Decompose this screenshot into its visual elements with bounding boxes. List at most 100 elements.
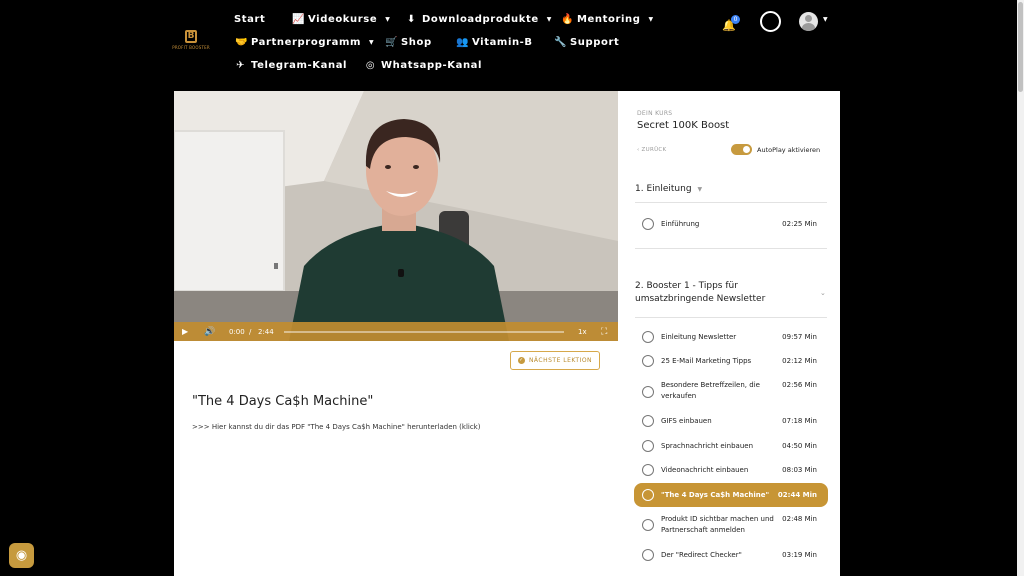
next-lesson-label: NÄCHSTE LEKTION <box>528 357 593 364</box>
divider <box>635 202 827 203</box>
lesson-status-icon <box>642 386 654 398</box>
nav-partnerprogramm[interactable]: 🤝 Partnerprogramm ▼ <box>235 37 374 48</box>
lesson-duration: 02:48 Min <box>782 515 817 523</box>
time-current: 0:00 <box>229 327 245 336</box>
nav-downloadprodukte[interactable]: ⬇ Downloadprodukte ▼ <box>406 14 552 25</box>
check-icon: ✓ <box>517 357 525 364</box>
lesson-name: Produkt ID sichtbar machen und Partnersc… <box>661 515 774 534</box>
scrollbar-thumb[interactable] <box>1018 2 1023 92</box>
lesson-item[interactable]: Videonachricht einbauen 08:03 Min <box>634 459 828 481</box>
nav-vitamin-label: Vitamin-B <box>472 37 533 48</box>
avatar-body <box>802 23 815 31</box>
lesson-status-icon <box>642 218 654 230</box>
chevron-down-icon[interactable]: ▼ <box>823 16 828 23</box>
lesson-duration: 02:44 Min <box>777 491 817 499</box>
download-link[interactable]: >>> Hier kannst du dir das PDF "The 4 Da… <box>192 423 480 431</box>
lesson-title: "The 4 Days Ca$h Machine" <box>192 394 374 409</box>
avatar-head <box>805 15 812 22</box>
section-title: 2. Booster 1 - Tipps für umsatzbringende… <box>635 281 766 304</box>
next-lesson-button[interactable]: ✓ NÄCHSTE LEKTION <box>510 351 600 370</box>
page-scrollbar[interactable] <box>1017 0 1024 576</box>
course-sidebar: DEIN KURS Secret 100K Boost ‹ ZURÜCK Aut… <box>618 91 840 576</box>
nav-support-label: Support <box>570 37 620 48</box>
people-icon: 👥 <box>456 37 470 48</box>
download-icon: ⬇ <box>407 14 416 25</box>
video-progress-bar[interactable] <box>284 331 564 333</box>
lesson-item[interactable]: Produkt ID sichtbar machen und Partnersc… <box>634 512 828 538</box>
lesson-name: "The 4 Days Ca$h Machine" <box>661 491 770 499</box>
wrench-icon: 🔧 <box>554 37 568 48</box>
play-button[interactable]: ▶ <box>182 327 188 336</box>
video-frame <box>174 91 618 341</box>
lesson-duration: 04:50 Min <box>782 442 817 450</box>
lesson-name: Besondere Betreffzeilen, die verkaufen <box>661 381 760 400</box>
nav-start[interactable]: Start <box>234 14 265 25</box>
lesson-duration: 03:19 Min <box>782 551 817 559</box>
nav-mentoring-label: Mentoring <box>577 14 641 25</box>
lesson-duration: 02:25 Min <box>782 220 817 228</box>
nav-shop[interactable]: 🛒 Shop <box>385 37 432 48</box>
main-content: ▶ 🔊 0:00 / 2:44 1x ⛶ ✓ NÄCHSTE LEKTION "… <box>174 91 618 576</box>
nav-vitamin[interactable]: 👥 Vitamin-B <box>456 37 533 48</box>
lesson-item[interactable]: GIFS einbauen 07:18 Min <box>634 410 828 432</box>
autoplay-toggle[interactable] <box>731 144 752 155</box>
speed-button[interactable]: 1x <box>578 328 587 336</box>
lesson-item-active[interactable]: "The 4 Days Ca$h Machine" 02:44 Min <box>634 483 828 507</box>
lesson-item[interactable]: Besondere Betreffzeilen, die verkaufen 0… <box>634 374 828 410</box>
lesson-item[interactable]: 25 E-Mail Marketing Tipps 02:12 Min <box>634 350 828 372</box>
lesson-item[interactable]: Einführung 02:25 Min <box>634 213 828 235</box>
lesson-name: Einführung <box>661 220 700 228</box>
chevron-down-icon[interactable]: ⌄ <box>820 289 826 297</box>
lesson-status-icon <box>642 355 654 367</box>
autoplay-label: AutoPlay aktivieren <box>757 146 821 154</box>
avatar[interactable] <box>799 12 818 31</box>
cart-icon: 🛒 <box>385 37 399 48</box>
lesson-status-icon <box>642 489 654 501</box>
lesson-status-icon <box>642 549 654 561</box>
nav-videokurse[interactable]: 📈 Videokurse ▼ <box>292 14 390 25</box>
chart-icon: 📈 <box>292 14 306 25</box>
chevron-down-icon: ▼ <box>546 16 553 23</box>
telegram-icon: ✈ <box>236 60 245 71</box>
nav-telegram[interactable]: ✈ Telegram-Kanal <box>235 60 347 71</box>
video-controls: ▶ 🔊 0:00 / 2:44 1x ⛶ <box>174 322 618 341</box>
time-total: 2:44 <box>258 327 274 336</box>
logo-mark: B <box>185 30 197 43</box>
divider <box>635 317 827 318</box>
circle-icon[interactable] <box>760 11 781 32</box>
section-header[interactable]: 2. Booster 1 - Tipps für umsatzbringende… <box>635 280 810 306</box>
lesson-duration: 09:57 Min <box>782 333 817 341</box>
lesson-name: Der "Redirect Checker" <box>661 551 742 559</box>
course-label: DEIN KURS <box>637 110 673 117</box>
lesson-name: Videonachricht einbauen <box>661 466 749 474</box>
lesson-name: GIFS einbauen <box>661 417 712 425</box>
lesson-item[interactable]: Sprachnachricht einbauen 04:50 Min <box>634 435 828 457</box>
brand-logo[interactable]: B PROFIT BOOSTER <box>172 30 210 52</box>
fullscreen-icon[interactable]: ⛶ <box>601 327 607 337</box>
lesson-duration: 02:56 Min <box>782 381 817 389</box>
notifications-button[interactable]: 🔔 0 <box>722 14 742 32</box>
lesson-name: Einleitung Newsletter <box>661 333 737 341</box>
back-link[interactable]: ‹ ZURÜCK <box>637 147 666 153</box>
lesson-item[interactable]: Der "Redirect Checker" 03:19 Min <box>634 544 828 566</box>
lesson-status-icon <box>642 519 654 531</box>
nav-telegram-label: Telegram-Kanal <box>251 60 348 71</box>
nav-support[interactable]: 🔧 Support <box>554 37 619 48</box>
fire-icon: 🔥 <box>561 14 575 25</box>
lesson-name: 25 E-Mail Marketing Tipps <box>661 357 752 365</box>
fingerprint-button[interactable]: ◉ <box>9 543 34 568</box>
nav-whatsapp-label: Whatsapp-Kanal <box>381 60 483 71</box>
lesson-duration: 08:03 Min <box>782 466 817 474</box>
nav-start-label: Start <box>234 14 266 25</box>
time-separator: / <box>249 327 252 336</box>
fingerprint-icon: ◉ <box>15 548 28 563</box>
lesson-status-icon <box>642 440 654 452</box>
nav-whatsapp[interactable]: ◎ Whatsapp-Kanal <box>365 60 482 71</box>
chevron-down-icon: ▼ <box>697 186 703 193</box>
chevron-down-icon: ▼ <box>369 39 375 46</box>
section-header[interactable]: 1. Einleitung ▼ <box>635 183 702 196</box>
volume-icon[interactable]: 🔊 <box>204 327 215 337</box>
lesson-item[interactable]: Einleitung Newsletter 09:57 Min <box>634 326 828 348</box>
video-player[interactable]: ▶ 🔊 0:00 / 2:44 1x ⛶ <box>174 91 618 341</box>
nav-mentoring[interactable]: 🔥 Mentoring ▼ <box>561 14 654 25</box>
